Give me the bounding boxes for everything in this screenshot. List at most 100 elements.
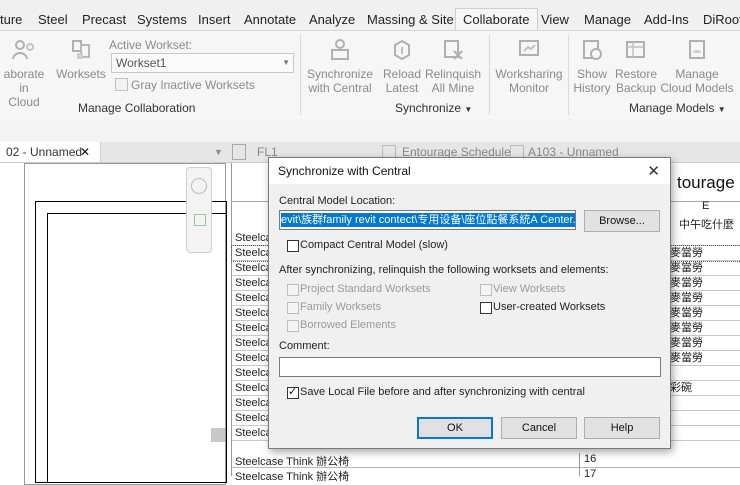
title-block-inner <box>47 213 227 483</box>
tab-add-ins[interactable]: Add-Ins <box>644 6 689 30</box>
row-lunch: 麥當勞 <box>670 307 703 319</box>
row-name: Steelcase Think 辦公椅 <box>235 456 350 468</box>
active-workset-dropdown[interactable]: Workset1 ▼ <box>111 53 294 73</box>
save-local-checkbox[interactable] <box>287 385 299 399</box>
ok-button[interactable]: OK <box>417 417 493 439</box>
close-icon[interactable]: ✕ <box>647 162 660 180</box>
tab-diroots[interactable]: DiRoots <box>703 6 740 30</box>
row-lunch: 麥當勞 <box>670 277 703 289</box>
show-label-1: Show <box>576 67 608 81</box>
tab-systems[interactable]: Systems <box>137 6 187 30</box>
relinquish-label-1: Relinquish <box>424 67 482 81</box>
central-model-label: Central Model Location: <box>279 195 396 207</box>
restore-label-2: Backup <box>615 81 657 95</box>
restore-backup-button[interactable]: Restore Backup <box>613 37 659 95</box>
worksharing-label-2: Monitor <box>508 81 549 95</box>
row-lunch: 麥當勞 <box>670 322 703 334</box>
table-row[interactable]: Steelcase Think 辦公椅 16 <box>232 453 740 468</box>
worksets-button[interactable]: Worksets <box>56 37 106 81</box>
divider <box>300 35 301 115</box>
zoom-icon[interactable] <box>194 214 206 226</box>
manage-models-panel-label: Manage Models ▼ <box>629 101 726 115</box>
relinquish-label-2: All Mine <box>431 81 475 95</box>
tab-precast[interactable]: Precast <box>82 6 126 30</box>
borrowed-elements-label: Borrowed Elements <box>300 319 396 331</box>
steering-wheel-icon[interactable] <box>191 178 207 194</box>
user-created-checkbox[interactable] <box>480 302 492 314</box>
synchronize-with-central-button[interactable]: Synchronize with Central <box>304 37 376 95</box>
dialog-title-bar[interactable]: Synchronize with Central ✕ <box>269 158 670 184</box>
browse-button[interactable]: Browse... <box>584 210 660 232</box>
options-bar <box>0 119 740 142</box>
gray-inactive-icon[interactable] <box>115 78 128 91</box>
history-icon <box>583 40 602 60</box>
chevron-down-icon[interactable]: ▼ <box>214 142 223 162</box>
central-model-field[interactable]: evit\族群family revit contect\专用设备\座位點餐系統A… <box>279 210 576 230</box>
row-lunch: 麥當勞 <box>670 337 703 349</box>
row-lunch: 麥當勞 <box>670 352 703 364</box>
show-label-2: History <box>573 81 611 95</box>
help-button[interactable]: Help <box>584 417 660 439</box>
view-tab-unnamed[interactable]: 02 - Unnamed ✕ <box>0 142 101 162</box>
row-lunch: 麥當勞 <box>670 247 703 259</box>
cloud-models-icon <box>689 40 705 59</box>
tab-annotate[interactable]: Annotate <box>244 6 296 30</box>
column-e-header: 中午吃什麼 <box>679 219 734 231</box>
relinquish-heading: After synchronizing, relinquish the foll… <box>279 264 609 276</box>
collaborate-label-1: aborate in <box>3 67 45 95</box>
borrowed-elements-checkbox[interactable] <box>287 320 299 332</box>
column-divider <box>579 453 580 476</box>
tab-analyze[interactable]: Analyze <box>309 6 355 30</box>
worksets-icon <box>72 40 90 59</box>
active-workset-label: Active Workset: <box>109 38 193 52</box>
comment-input[interactable] <box>279 357 661 377</box>
tab-steel[interactable]: Steel <box>38 6 68 30</box>
view-worksets-checkbox[interactable] <box>480 284 492 296</box>
synchronize-panel-label: Synchronize ▼ <box>395 101 472 115</box>
people-cloud-icon <box>12 40 34 60</box>
tab-view[interactable]: View <box>541 6 569 30</box>
worksharing-label-1: Worksharing <box>495 67 563 81</box>
family-worksets-checkbox[interactable] <box>287 302 299 314</box>
reload-latest-button[interactable]: Reload Latest <box>380 37 424 95</box>
row-lunch: 彩碗 <box>670 382 692 394</box>
collaborate-in-cloud-button[interactable]: aborate in Cloud <box>0 37 50 109</box>
relinquish-all-mine-button[interactable]: Relinquish All Mine <box>424 37 482 95</box>
row-lunch: 麥當勞 <box>670 292 703 304</box>
manage-models-panel-text: Manage Models <box>629 101 715 115</box>
worksets-label: Worksets <box>56 67 106 81</box>
row-number: 17 <box>584 468 597 480</box>
tab-collaborate[interactable]: Collaborate <box>455 8 538 31</box>
reload-icon <box>394 39 410 61</box>
reload-label-2: Latest <box>385 81 419 95</box>
user-created-label: User-created Worksets <box>493 301 606 313</box>
active-workset-value: Workset1 <box>116 56 167 70</box>
tab-manage[interactable]: Manage <box>584 6 631 30</box>
project-standard-checkbox[interactable] <box>287 284 299 296</box>
compact-checkbox[interactable] <box>287 240 299 252</box>
compact-label: Compact Central Model (slow) <box>300 239 448 251</box>
collaborate-label-2: Cloud <box>8 95 40 109</box>
tab-insert[interactable]: Insert <box>198 6 231 30</box>
view-worksets-label: View Worksets <box>493 283 566 295</box>
worksharing-monitor-button[interactable]: Worksharing Monitor <box>492 37 566 95</box>
chevron-down-icon[interactable]: ▼ <box>718 105 726 114</box>
cancel-button[interactable]: Cancel <box>501 417 577 439</box>
table-row[interactable]: Steelcase Think 辦公椅 17 <box>232 468 740 483</box>
tab-architecture[interactable]: ture <box>0 6 22 30</box>
gray-inactive-worksets-button[interactable]: Gray Inactive Worksets <box>131 78 255 92</box>
scrollbar-thumb[interactable] <box>211 428 225 442</box>
close-icon[interactable]: ✕ <box>80 142 90 162</box>
show-history-button[interactable]: Show History <box>571 37 613 95</box>
row-number: 16 <box>584 453 597 465</box>
row-lunch: 麥當勞 <box>670 262 703 274</box>
synchronize-dialog: Synchronize with Central ✕ Central Model… <box>268 157 671 449</box>
manage-collaboration-panel-label: Manage Collaboration <box>78 101 196 115</box>
tab-massing-site[interactable]: Massing & Site <box>367 6 454 30</box>
manage-cloud-models-button[interactable]: Manage Cloud Models <box>660 37 734 95</box>
chevron-down-icon[interactable]: ▼ <box>464 105 472 114</box>
view-tab-label: 02 - Unnamed <box>6 145 83 159</box>
navigation-bar[interactable] <box>186 167 212 253</box>
monitor-icon <box>519 40 539 56</box>
sync-label-2: with Central <box>308 81 372 95</box>
